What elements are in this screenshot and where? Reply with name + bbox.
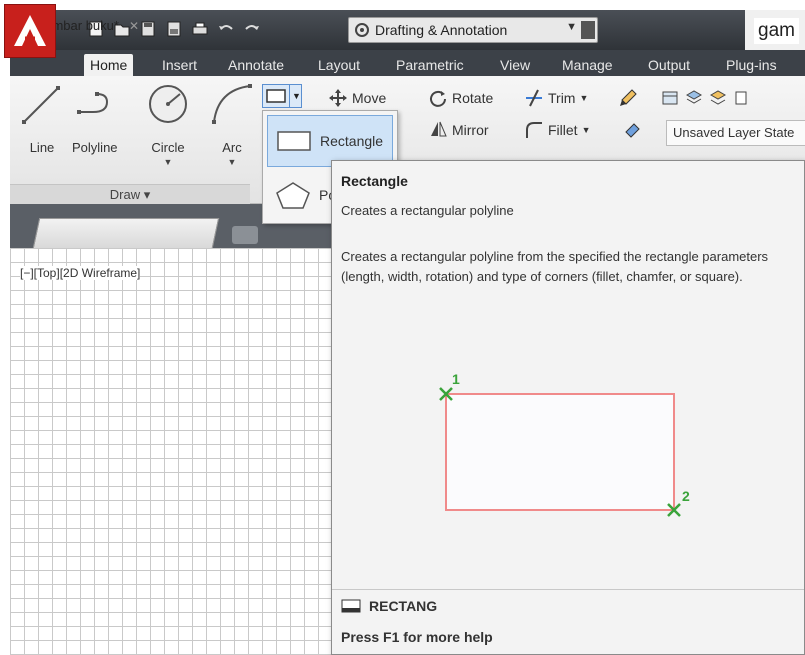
draw-panel-label: Draw ▾ [109, 186, 151, 202]
layer-state-dropdown[interactable]: Unsaved Layer State [666, 120, 805, 146]
tab-view[interactable]: View [494, 54, 536, 76]
tab-plugins[interactable]: Plug-ins [720, 54, 783, 76]
circle-tool-label: Circle [151, 140, 185, 155]
tab-home[interactable]: Home [84, 54, 134, 76]
fillet-button[interactable]: Fillet ▼ [524, 120, 590, 140]
polyline-tool-button[interactable]: Polyline [72, 82, 118, 155]
polygon-icon [276, 182, 310, 209]
tooltip-long-description: Creates a rectangular polyline from the … [341, 249, 769, 284]
tab-insert[interactable]: Insert [156, 54, 203, 76]
rectangle-split-button[interactable]: ▼ [262, 84, 302, 108]
print-icon[interactable] [190, 18, 210, 40]
layer-state-label: Unsaved Layer State [673, 125, 795, 140]
chevron-down-icon[interactable]: ▼ [582, 125, 591, 135]
tooltip-command: RECTANG [341, 597, 437, 615]
document-tab[interactable] [32, 218, 220, 248]
line-tool-label: Line [29, 140, 55, 155]
workspace-label: Drafting & Annotation [375, 22, 508, 38]
save-as-icon[interactable] [164, 18, 184, 40]
tooltip-help-text: Press F1 for more help [341, 629, 493, 645]
rectangle-icon [277, 131, 311, 151]
move-button[interactable]: Move [328, 88, 386, 108]
line-tool-button[interactable]: Line [20, 82, 64, 155]
brush-icon [620, 89, 637, 106]
rectangle-illustration: 1 2 [439, 371, 690, 517]
drawing-canvas[interactable] [10, 248, 340, 655]
erase-button[interactable] [622, 120, 642, 140]
fillet-icon [526, 122, 542, 138]
illustration-rectangle [445, 393, 675, 511]
arc-icon [212, 84, 252, 124]
workspace-extra-button[interactable] [581, 21, 595, 39]
command-line-icon [341, 599, 361, 613]
circle-icon [149, 85, 187, 123]
tab-parametric[interactable]: Parametric [390, 54, 470, 76]
viewport-controls-label[interactable]: [−][Top][2D Wireframe] [20, 266, 141, 280]
move-label: Move [352, 90, 387, 106]
layer-state-icon [685, 90, 703, 104]
mirror-icon [431, 121, 447, 137]
layer-properties-icon [662, 91, 678, 105]
rotate-button[interactable]: Rotate [428, 88, 493, 108]
rectangle-tooltip: Rectangle Creates a rectangular polyline… [331, 160, 805, 655]
menu-item-rectangle-label: Rectangle [320, 133, 384, 149]
save-icon[interactable] [138, 18, 158, 40]
polyline-icon [76, 92, 108, 114]
rectangle-icon [266, 89, 286, 103]
new-tab-button[interactable] [232, 226, 258, 244]
window-title: gam [754, 18, 799, 44]
chevron-down-icon[interactable]: ▼ [164, 157, 173, 167]
chevron-down-icon[interactable]: ▼ [292, 91, 301, 101]
layer-match-icon [709, 90, 727, 105]
application-menu-button[interactable] [4, 4, 56, 58]
fillet-label: Fillet [548, 122, 578, 138]
mirror-label: Mirror [452, 122, 489, 138]
layer-tools[interactable] [660, 88, 752, 108]
tab-manage[interactable]: Manage [556, 54, 619, 76]
chevron-down-icon[interactable]: ▼ [579, 93, 588, 103]
arc-tool-label: Arc [222, 140, 242, 155]
autocad-logo-icon [14, 15, 46, 46]
tooltip-short-description: Creates a rectangular polyline [341, 203, 514, 218]
gear-icon [355, 23, 369, 37]
tab-annotate[interactable]: Annotate [222, 54, 290, 76]
point-2-label: 2 [682, 488, 690, 504]
chevron-down-icon[interactable]: ▼ [566, 21, 577, 33]
tooltip-title: Rectangle [341, 173, 408, 189]
redo-icon[interactable] [242, 18, 262, 40]
rotate-label: Rotate [452, 90, 494, 106]
tooltip-divider [332, 589, 804, 590]
rotate-icon [430, 90, 446, 107]
chevron-down-icon[interactable]: ▼ [228, 157, 237, 167]
trim-label: Trim [548, 90, 576, 106]
trim-button[interactable]: Trim ▼ [524, 88, 588, 108]
draw-panel-title[interactable]: Draw ▾ [10, 184, 250, 204]
move-icon [329, 89, 347, 107]
tab-layout[interactable]: Layout [312, 54, 366, 76]
tooltip-command-name: RECTANG [369, 598, 438, 614]
ribbon-tab-bar: Home Insert Annotate Layout Parametric V… [10, 50, 805, 76]
match-properties-button[interactable] [618, 88, 638, 108]
mirror-button[interactable]: Mirror [428, 120, 489, 140]
trim-icon [526, 89, 542, 107]
close-icon[interactable]: ✕ [129, 19, 139, 33]
tab-output[interactable]: Output [642, 54, 696, 76]
line-icon [22, 86, 60, 124]
circle-tool-button[interactable]: Circle ▼ [146, 82, 190, 167]
polyline-tool-label: Polyline [72, 140, 118, 155]
layer-extra-icon [735, 91, 747, 105]
undo-icon[interactable] [216, 18, 236, 40]
workspace-selector[interactable]: Drafting & Annotation ▼ [348, 17, 598, 43]
point-1-label: 1 [452, 371, 460, 387]
eraser-icon [625, 123, 640, 138]
arc-tool-button[interactable]: Arc ▼ [210, 82, 254, 167]
